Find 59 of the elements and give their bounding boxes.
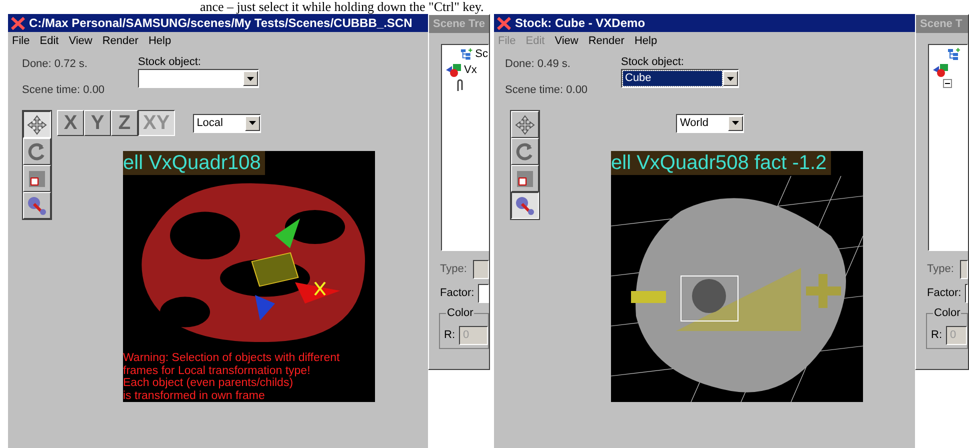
sphere-pin-icon: [27, 196, 47, 216]
stock-object-dropdown[interactable]: [138, 69, 259, 88]
viewport-caption: ell VxQuadr508 fact -1.2: [611, 151, 831, 175]
window-title: Stock: Cube - VXDemo: [515, 15, 646, 32]
factor-field[interactable]: [478, 284, 489, 303]
panel-title: Scene Tre: [429, 15, 489, 33]
tree-item[interactable]: Vx: [464, 64, 477, 76]
tool-button[interactable]: [511, 192, 539, 219]
paperclip-icon: [456, 79, 464, 93]
menu-item[interactable]: Help: [148, 32, 172, 50]
menu-item[interactable]: Help: [634, 32, 658, 50]
menu-item[interactable]: View: [554, 32, 578, 50]
warning-text: frames for Local transformation type!: [123, 364, 312, 377]
x-logo-icon: [497, 16, 511, 30]
viewport-caption: ell VxQuadr108: [123, 151, 265, 175]
stock-object-label: Stock object:: [138, 56, 202, 69]
done-time: Done: 0.49 s.: [505, 57, 572, 72]
tool-button[interactable]: [23, 111, 51, 138]
warning-text: Each object (even parents/childs): [123, 377, 294, 390]
panel-title: Scene T: [916, 15, 968, 33]
menu-item[interactable]: View: [68, 32, 92, 50]
frame-dropdown[interactable]: World: [676, 114, 744, 132]
move-arrows-icon: [515, 114, 535, 134]
document-text: ance – just select it while holding down the "Ctrl" key.: [199, 0, 484, 14]
scene-time: Scene time: 0.00: [22, 82, 106, 98]
rotate-arrow-icon: [27, 142, 47, 162]
menu-item[interactable]: Edit: [40, 32, 59, 50]
sphere-pin-icon: [515, 196, 535, 216]
type-label: Type:: [927, 262, 954, 278]
factor-label: Factor:: [927, 286, 962, 302]
tree-nodes-icon: [947, 48, 961, 61]
done-time: Done: 0.72 s.: [22, 57, 88, 72]
stock-object-dropdown[interactable]: Cube: [621, 69, 739, 88]
frame-dropdown[interactable]: Local: [192, 114, 261, 132]
tree-item[interactable]: Sc: [475, 48, 488, 61]
type-label: Type:: [440, 262, 467, 278]
move-arrows-icon: [27, 114, 47, 134]
tree-nodes-icon: [460, 48, 474, 61]
square-scale-icon: [27, 168, 47, 188]
menu-item[interactable]: Render: [588, 32, 624, 50]
shapes-icon: [933, 63, 949, 77]
collapse-box-icon: [943, 79, 952, 88]
r-label: R:: [444, 328, 455, 343]
factor-label: Factor:: [440, 286, 474, 302]
menu-item[interactable]: Render: [102, 32, 138, 50]
r-label: R:: [931, 328, 942, 343]
menu-item[interactable]: File: [12, 32, 30, 50]
square-scale-icon: [515, 168, 535, 188]
type-field[interactable]: [960, 260, 968, 279]
warning-text: is transformed in own frame: [123, 390, 266, 402]
window-title: C:/Max Personal/SAMSUNG/scenes/My Tests/Scenes/CUBBB_.SCN: [29, 15, 412, 32]
warning-text: Warning: Selection of objects with different: [123, 352, 341, 364]
factor-field[interactable]: [965, 284, 968, 303]
rotate-arrow-icon: [515, 142, 535, 162]
stock-object-label: Stock object:: [621, 56, 685, 69]
type-field[interactable]: [472, 260, 489, 279]
shapes-icon: [446, 63, 462, 77]
x-logo-icon: [11, 16, 25, 30]
scene-time: Scene time: 0.00: [505, 82, 589, 98]
